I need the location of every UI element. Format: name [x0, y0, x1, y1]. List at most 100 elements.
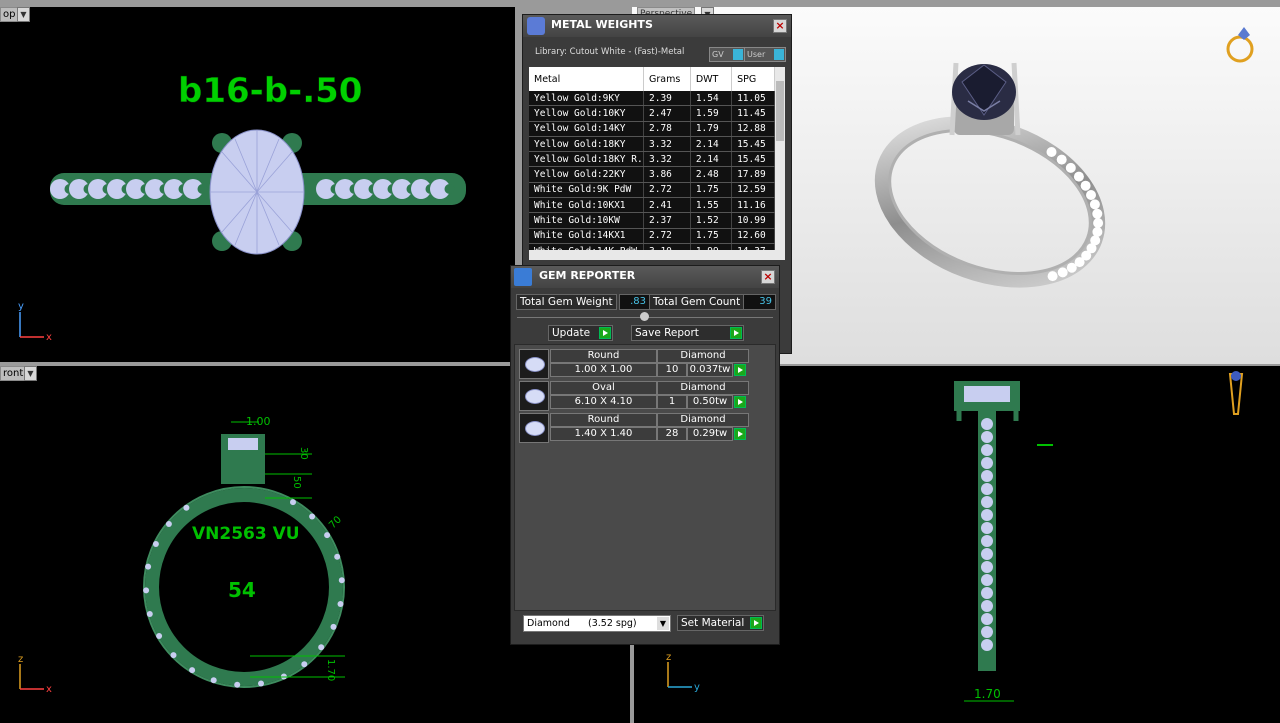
- svg-text:x: x: [46, 684, 52, 695]
- column-header[interactable]: Grams: [643, 67, 691, 91]
- metal-icon: [527, 17, 545, 35]
- side-stone: [258, 680, 264, 687]
- table-cell: 15.45: [731, 136, 775, 153]
- gem-select-button[interactable]: [734, 364, 746, 376]
- close-icon[interactable]: ×: [761, 270, 775, 284]
- table-cell: 2.37: [643, 212, 691, 229]
- band-stone: [981, 587, 993, 599]
- svg-text:z: z: [18, 654, 23, 665]
- table-cell: Yellow Gold:22KY: [529, 166, 645, 183]
- table-cell: 2.48: [690, 166, 733, 183]
- user-toggle[interactable]: User: [744, 47, 786, 62]
- gem-reporter-panel: GEM REPORTER × Total Gem Weight .83 Tota…: [510, 265, 780, 645]
- band-stone: [981, 496, 993, 508]
- band-stone: [981, 522, 993, 534]
- chevron-down-icon[interactable]: ▼: [657, 617, 669, 630]
- table-cell: 3.32: [643, 151, 691, 168]
- table-row[interactable]: Yellow Gold:18KY 3.32 2.14 15.45: [529, 136, 775, 153]
- side-stone: [145, 563, 152, 570]
- column-header[interactable]: DWT: [690, 67, 733, 91]
- svg-text:z: z: [666, 652, 671, 663]
- gem-count: 10: [657, 363, 687, 377]
- table-cell: Yellow Gold:9KY: [529, 91, 645, 107]
- svg-text:1.70: 1.70: [974, 687, 1001, 701]
- band-stone: [1089, 199, 1100, 210]
- table-cell: 1.75: [690, 228, 733, 244]
- table-row[interactable]: White Gold:10KW 2.37 1.52 10.99: [529, 212, 775, 229]
- model-title: b16-b-.50: [178, 71, 362, 111]
- table-cell: Yellow Gold:18KY R...: [529, 151, 645, 168]
- table-cell: 2.72: [643, 182, 691, 199]
- table-cell: 1.54: [690, 91, 733, 107]
- vertical-scrollbar[interactable]: [775, 67, 785, 250]
- table-row[interactable]: Yellow Gold:9KY 2.39 1.54 11.05: [529, 91, 775, 107]
- svg-text:y: y: [694, 682, 700, 693]
- column-header[interactable]: SPG: [731, 67, 775, 91]
- band-stone: [1073, 171, 1084, 182]
- svg-text:70: 70: [327, 514, 344, 531]
- gem-row[interactable]: Oval Diamond 6.10 X 4.10 1 0.50tw: [519, 381, 754, 411]
- update-button[interactable]: Update: [548, 325, 613, 341]
- close-icon[interactable]: ×: [773, 19, 787, 33]
- svg-text:x: x: [46, 332, 52, 343]
- table-cell: White Gold:14KX1: [529, 228, 645, 244]
- side-stone: [170, 652, 177, 659]
- svg-text:30: 30: [298, 447, 309, 460]
- side-stone: [234, 681, 241, 688]
- table-cell: 2.47: [643, 105, 691, 122]
- table-row[interactable]: Yellow Gold:22KY 3.86 2.48 17.89: [529, 166, 775, 183]
- band-prong: [444, 184, 455, 194]
- gem-size: 1.40 X 1.40: [550, 427, 657, 441]
- column-header[interactable]: Metal: [529, 67, 645, 91]
- band-stone: [981, 548, 993, 560]
- band-stone: [981, 457, 993, 469]
- table-row[interactable]: Yellow Gold:10KY 2.47 1.59 11.45: [529, 105, 775, 122]
- band-stone: [981, 574, 993, 586]
- table-row[interactable]: White Gold:10KX1 2.41 1.55 11.16: [529, 197, 775, 214]
- gem-reporter-titlebar[interactable]: GEM REPORTER ×: [511, 266, 779, 288]
- table-cell: 2.78: [643, 121, 691, 137]
- pencil-icon: [1228, 371, 1244, 415]
- band-stone: [1057, 267, 1068, 278]
- side-stone: [152, 541, 159, 547]
- gem-row[interactable]: Round Diamond 1.40 X 1.40 28 0.29tw: [519, 413, 754, 443]
- gem-shape-icon: [519, 413, 549, 443]
- gem-row[interactable]: Round Diamond 1.00 X 1.00 10 0.037tw: [519, 349, 754, 379]
- collapse-icon[interactable]: [640, 312, 649, 321]
- gem-shape: Oval: [550, 381, 657, 395]
- svg-text:1.70: 1.70: [325, 659, 336, 681]
- band-stone: [981, 444, 993, 456]
- table-row[interactable]: Yellow Gold:14KY 2.78 1.79 12.88: [529, 121, 775, 137]
- table-row[interactable]: White Gold:9K PdW 2.72 1.75 12.59: [529, 182, 775, 199]
- gem-select-button[interactable]: [734, 396, 746, 408]
- total-count-label: Total Gem Count: [649, 294, 745, 310]
- table-row[interactable]: White Gold:14KX1 2.72 1.75 12.60: [529, 228, 775, 244]
- band-stone: [1066, 262, 1077, 273]
- metal-weights-titlebar[interactable]: METAL WEIGHTS ×: [523, 15, 791, 37]
- side-stone: [301, 661, 308, 668]
- horizontal-scrollbar[interactable]: [529, 250, 785, 260]
- band-prong: [197, 184, 208, 194]
- metal-table-container[interactable]: Metal Grams DWT SPG Yellow Gold:9KY 2.39 1.54…: [529, 67, 785, 260]
- gv-toggle[interactable]: GV: [709, 47, 745, 62]
- band-stone: [1065, 162, 1076, 173]
- gem-select-button[interactable]: [734, 428, 746, 440]
- band-stone: [981, 431, 993, 443]
- band-stone: [1047, 271, 1058, 282]
- top-view-drawing: b16-b-.50 y x: [18, 71, 466, 343]
- table-cell: Yellow Gold:10KY: [529, 105, 645, 122]
- set-material-button[interactable]: Set Material: [677, 615, 764, 631]
- table-row[interactable]: Yellow Gold:18KY R... 3.32 2.14 15.45: [529, 151, 775, 168]
- viewport-top[interactable]: op ▼ b16-b-.50 y x: [0, 7, 515, 362]
- library-label: Library: Cutout White - (Fast)-Metal: [535, 47, 685, 57]
- gem-size: 1.00 X 1.00: [550, 363, 657, 377]
- side-stone: [337, 601, 344, 607]
- band-stone: [981, 639, 993, 651]
- material-select[interactable]: Diamond (3.52 spg) ▼: [523, 615, 671, 632]
- table-cell: 12.88: [731, 121, 775, 137]
- save-report-button[interactable]: Save Report: [631, 325, 744, 341]
- side-stone: [309, 513, 316, 520]
- gem-shape: Round: [550, 349, 657, 363]
- metal-table: Metal Grams DWT SPG Yellow Gold:9KY 2.39 1.54…: [529, 67, 775, 260]
- side-stone: [210, 677, 217, 684]
